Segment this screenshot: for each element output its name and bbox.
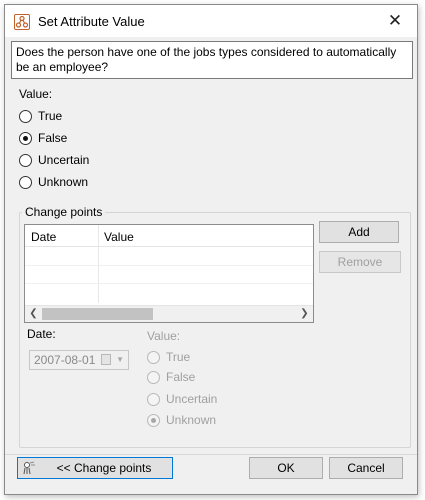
radio-false-indicator[interactable] <box>19 132 32 145</box>
dialog-title: Set Attribute Value <box>38 14 145 29</box>
radio-uncertain-label[interactable]: Uncertain <box>38 153 89 167</box>
set-attribute-value-dialog: Set Attribute Value ✕ Does the person ha… <box>4 4 418 495</box>
detail-radio-uncertain-indicator[interactable] <box>147 393 160 406</box>
wizard-icon <box>22 461 36 475</box>
radio-true-label[interactable]: True <box>38 109 62 123</box>
date-value: 2007-08-01 <box>34 353 96 367</box>
change-points-toggle-label[interactable]: << Change points <box>39 461 152 475</box>
detail-radio-unknown[interactable]: Unknown <box>147 413 247 429</box>
question-text: Does the person have one of the jobs typ… <box>11 41 413 79</box>
date-picker[interactable]: 2007-08-01 ▼ <box>29 350 129 370</box>
scroll-left-icon[interactable]: ❮ <box>25 306 42 322</box>
footer-divider <box>5 454 417 455</box>
detail-radio-unknown-indicator[interactable] <box>147 414 160 427</box>
value-label: Value: <box>19 87 53 101</box>
radio-uncertain[interactable]: Uncertain <box>19 153 119 169</box>
detail-radio-true-indicator[interactable] <box>147 351 160 364</box>
change-points-toggle-button[interactable]: << Change points <box>17 457 173 479</box>
detail-radio-uncertain[interactable]: Uncertain <box>147 392 247 408</box>
title-bar: Set Attribute Value ✕ <box>5 5 417 37</box>
row-gridline <box>25 283 313 284</box>
cancel-button[interactable]: Cancel <box>329 457 403 479</box>
radio-uncertain-indicator[interactable] <box>19 154 32 167</box>
scroll-thumb[interactable] <box>42 308 153 320</box>
detail-radio-uncertain-label[interactable]: Uncertain <box>166 392 217 406</box>
detail-value-label: Value: <box>147 329 181 343</box>
change-points-title: Change points <box>22 205 106 219</box>
radio-false-label[interactable]: False <box>38 131 67 145</box>
ok-button[interactable]: OK <box>249 457 323 479</box>
detail-radio-false[interactable]: False <box>147 370 227 386</box>
radio-unknown-indicator[interactable] <box>19 176 32 189</box>
close-icon[interactable]: ✕ <box>381 9 409 33</box>
detail-radio-true[interactable]: True <box>147 350 227 366</box>
detail-radio-unknown-label[interactable]: Unknown <box>166 413 216 427</box>
remove-button[interactable]: Remove <box>319 251 401 273</box>
list-header: Date Value <box>25 225 313 247</box>
radio-false[interactable]: False <box>19 131 99 147</box>
detail-radio-true-label[interactable]: True <box>166 350 190 364</box>
column-header-value[interactable]: Value <box>104 230 134 244</box>
add-button[interactable]: Add <box>319 221 399 243</box>
radio-true-indicator[interactable] <box>19 110 32 123</box>
date-label: Date: <box>27 327 56 341</box>
radio-true[interactable]: True <box>19 109 99 125</box>
radio-unknown[interactable]: Unknown <box>19 175 119 191</box>
horizontal-scrollbar[interactable]: ❮ ❯ <box>25 305 313 322</box>
calendar-icon[interactable] <box>101 354 111 365</box>
column-header-date[interactable]: Date <box>31 230 56 244</box>
row-gridline <box>25 265 313 266</box>
radio-unknown-label[interactable]: Unknown <box>38 175 88 189</box>
detail-radio-false-indicator[interactable] <box>147 371 160 384</box>
chevron-down-icon[interactable]: ▼ <box>116 351 124 369</box>
detail-radio-false-label[interactable]: False <box>166 370 195 384</box>
attribute-network-icon <box>14 14 30 30</box>
column-divider <box>98 225 99 303</box>
change-points-list[interactable]: Date Value ❮ ❯ <box>24 224 314 323</box>
scroll-right-icon[interactable]: ❯ <box>296 306 313 322</box>
